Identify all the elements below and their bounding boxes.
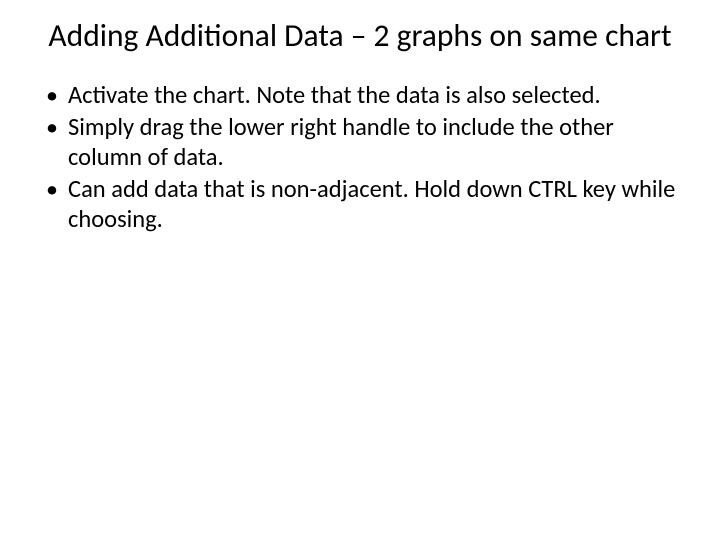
list-item: Simply drag the lower right handle to in… [46,113,682,173]
slide-title: Adding Additional Data – 2 graphs on sam… [38,18,682,55]
list-item: Activate the chart. Note that the data i… [46,81,682,111]
bullet-list: Activate the chart. Note that the data i… [38,81,682,234]
list-item: Can add data that is non-adjacent. Hold … [46,175,682,235]
